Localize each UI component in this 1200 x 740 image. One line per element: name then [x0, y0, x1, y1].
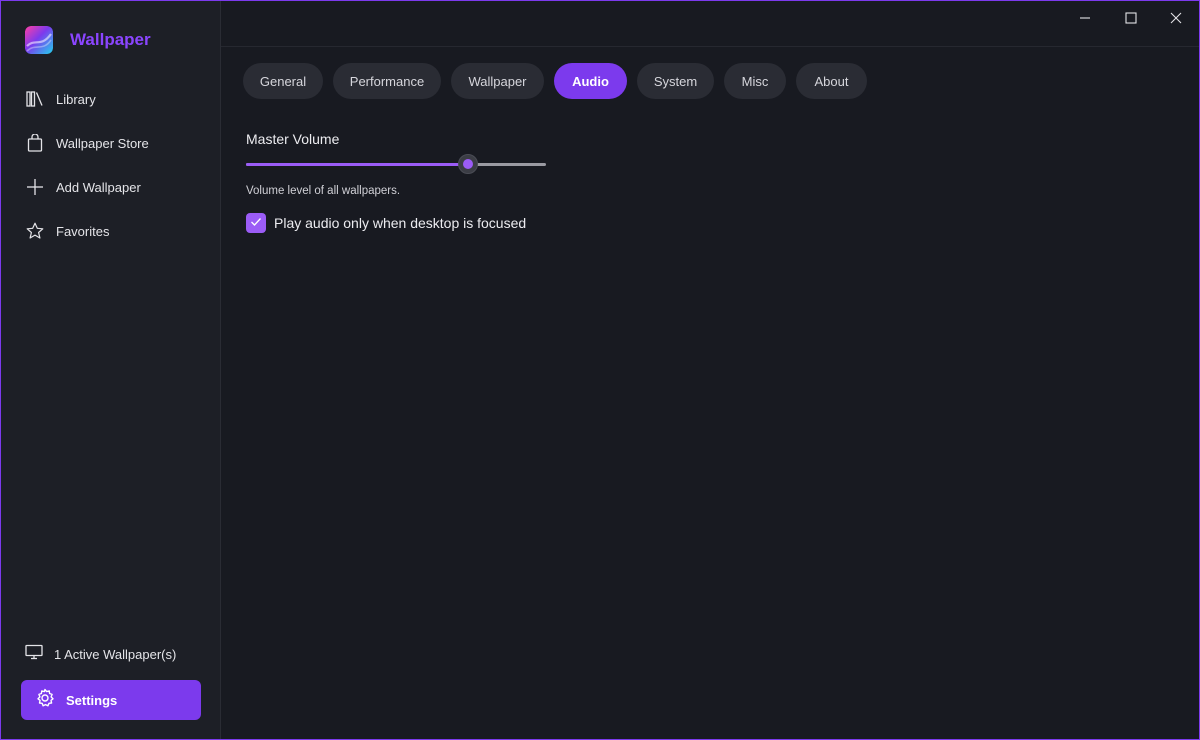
focus-only-option[interactable]: Play audio only when desktop is focused: [246, 213, 1146, 233]
sidebar-item-label: Wallpaper Store: [56, 135, 149, 151]
audio-settings-panel: Master Volume Volume level of all wallpa…: [246, 131, 1146, 233]
tab-misc[interactable]: Misc: [724, 63, 786, 99]
close-button[interactable]: [1153, 1, 1199, 39]
slider-fill: [246, 163, 468, 166]
settings-tabs: General Performance Wallpaper Audio Syst…: [243, 63, 877, 99]
star-icon: [25, 221, 45, 241]
checkmark-icon: [250, 214, 262, 232]
maximize-button[interactable]: [1108, 1, 1154, 39]
maximize-icon: [1125, 11, 1137, 29]
sidebar-item-label: Add Wallpaper: [56, 179, 141, 195]
sidebar-nav: Library Wallpaper Store Add Wallpaper Fa…: [1, 77, 220, 253]
sidebar-item-label: Favorites: [56, 223, 110, 239]
shopping-bag-icon: [25, 133, 45, 153]
sidebar: Wallpaper Library Wallpaper Store Add Wa…: [1, 1, 221, 739]
sidebar-item-favorites[interactable]: Favorites: [1, 209, 220, 253]
plus-icon: [25, 177, 45, 197]
minimize-icon: [1079, 11, 1091, 29]
tab-performance[interactable]: Performance: [333, 63, 441, 99]
sidebar-item-library[interactable]: Library: [1, 77, 220, 121]
gear-icon: [35, 688, 55, 713]
tab-about[interactable]: About: [796, 63, 867, 99]
master-volume-slider[interactable]: [246, 154, 546, 174]
app-window: Wallpaper Library Wallpaper Store Add Wa…: [0, 0, 1200, 740]
tab-general[interactable]: General: [243, 63, 323, 99]
brand: Wallpaper: [25, 25, 151, 55]
slider-thumb[interactable]: [458, 154, 478, 174]
library-icon: [25, 89, 45, 109]
focus-only-checkbox[interactable]: [246, 213, 266, 233]
minimize-button[interactable]: [1062, 1, 1108, 39]
tab-system[interactable]: System: [637, 63, 714, 99]
active-wallpapers-status[interactable]: 1 Active Wallpaper(s): [25, 643, 176, 665]
sidebar-item-wallpaper-store[interactable]: Wallpaper Store: [1, 121, 220, 165]
title-bar: [221, 1, 1199, 47]
tab-wallpaper[interactable]: Wallpaper: [451, 63, 544, 99]
slider-thumb-dot: [463, 159, 473, 169]
sidebar-item-add-wallpaper[interactable]: Add Wallpaper: [1, 165, 220, 209]
tab-audio[interactable]: Audio: [554, 63, 627, 99]
settings-label: Settings: [66, 692, 118, 708]
master-volume-label: Master Volume: [246, 131, 340, 147]
monitor-icon: [25, 644, 43, 665]
active-wallpapers-label: 1 Active Wallpaper(s): [54, 646, 177, 662]
focus-only-label: Play audio only when desktop is focused: [274, 215, 527, 231]
app-logo-icon: [25, 26, 53, 54]
app-title: Wallpaper: [70, 30, 151, 49]
close-icon: [1170, 11, 1182, 29]
sidebar-item-label: Library: [56, 91, 96, 107]
master-volume-description: Volume level of all wallpapers.: [246, 185, 401, 197]
settings-button[interactable]: Settings: [21, 680, 201, 720]
